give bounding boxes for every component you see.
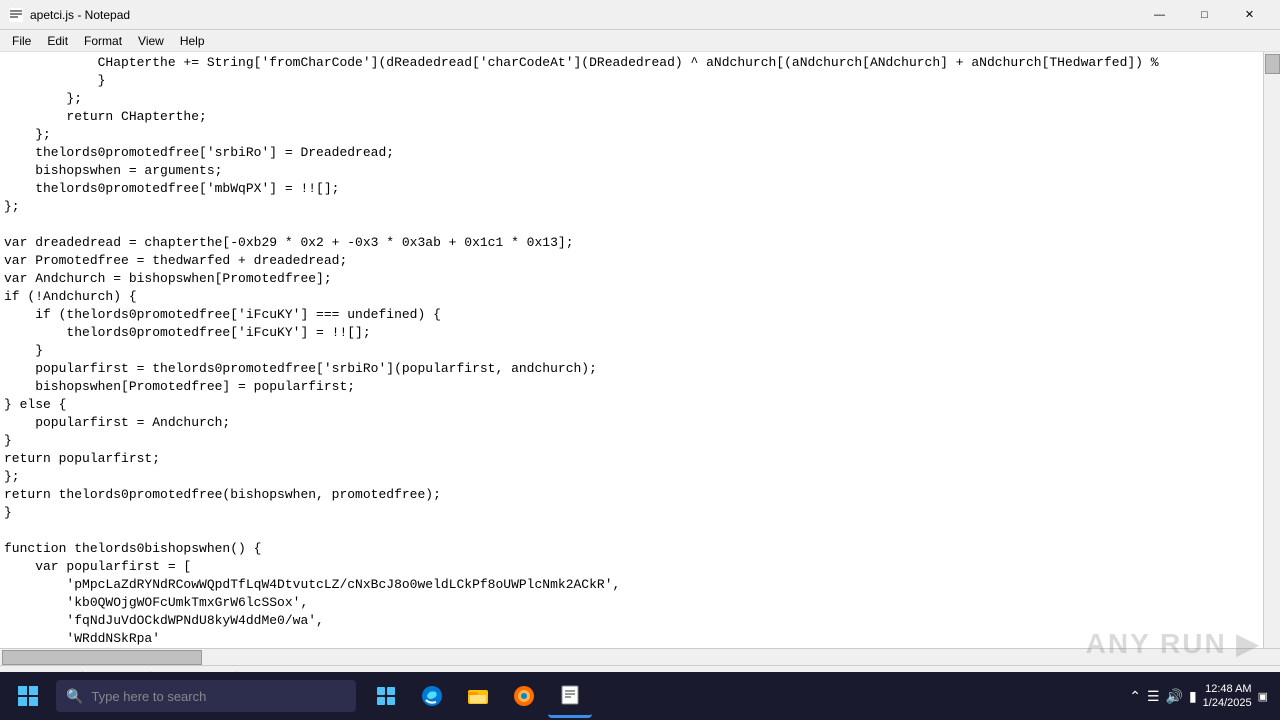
system-tray: ⌃ ☰ 🔊 ▮ 12:48 AM 1/24/2025 ▣ bbox=[1129, 682, 1276, 711]
watermark: ANY RUN ▶ bbox=[1086, 627, 1260, 660]
minimize-button[interactable]: — bbox=[1137, 0, 1182, 30]
network-icon[interactable]: ☰ bbox=[1147, 688, 1160, 705]
maximize-button[interactable]: □ bbox=[1182, 0, 1227, 30]
windows-logo-icon bbox=[18, 686, 38, 706]
menu-edit[interactable]: Edit bbox=[39, 32, 76, 50]
notepad-icon bbox=[559, 684, 581, 706]
taskbar-task-view[interactable] bbox=[364, 674, 408, 718]
title-bar: apetci.js - Notepad — □ ✕ bbox=[0, 0, 1280, 30]
task-view-icon bbox=[376, 686, 396, 706]
window-title: apetci.js - Notepad bbox=[30, 8, 130, 22]
scrollbar-thumb-horizontal[interactable] bbox=[2, 650, 202, 665]
file-explorer-icon bbox=[466, 684, 490, 708]
menu-view[interactable]: View bbox=[130, 32, 172, 50]
code-editor[interactable]: CHapterthe += String['fromCharCode'](dRe… bbox=[0, 52, 1263, 648]
battery-icon[interactable]: ▮ bbox=[1189, 688, 1197, 705]
volume-icon[interactable]: 🔊 bbox=[1166, 688, 1183, 705]
search-placeholder: Type here to search bbox=[91, 689, 206, 704]
chevron-up-icon[interactable]: ⌃ bbox=[1129, 688, 1141, 705]
taskbar-search[interactable]: 🔍 Type here to search bbox=[56, 680, 356, 712]
taskbar-file-explorer[interactable] bbox=[456, 674, 500, 718]
window-controls: — □ ✕ bbox=[1137, 0, 1272, 30]
firefox-icon bbox=[512, 684, 536, 708]
scrollbar-thumb-vertical[interactable] bbox=[1265, 54, 1280, 74]
taskbar-notepad[interactable] bbox=[548, 674, 592, 718]
vertical-scrollbar[interactable] bbox=[1263, 52, 1280, 648]
app-icon bbox=[8, 7, 24, 23]
date-display: 1/24/2025 bbox=[1203, 696, 1252, 710]
menu-format[interactable]: Format bbox=[76, 32, 130, 50]
taskbar-edge[interactable] bbox=[410, 674, 454, 718]
taskbar-apps bbox=[364, 674, 592, 718]
close-button[interactable]: ✕ bbox=[1227, 0, 1272, 30]
menu-file[interactable]: File bbox=[4, 32, 39, 50]
time-display: 12:48 AM bbox=[1203, 682, 1252, 696]
editor-container: CHapterthe += String['fromCharCode'](dRe… bbox=[0, 52, 1280, 648]
search-icon: 🔍 bbox=[66, 688, 83, 705]
sys-icons: ⌃ ☰ 🔊 ▮ bbox=[1129, 688, 1196, 705]
menu-bar: File Edit Format View Help bbox=[0, 30, 1280, 52]
menu-help[interactable]: Help bbox=[172, 32, 213, 50]
taskbar: 🔍 Type here to search bbox=[0, 672, 1280, 720]
taskbar-firefox[interactable] bbox=[502, 674, 546, 718]
start-button[interactable] bbox=[4, 672, 52, 720]
notification-icon[interactable]: ▣ bbox=[1258, 690, 1268, 703]
clock[interactable]: 12:48 AM 1/24/2025 bbox=[1203, 682, 1252, 711]
edge-icon bbox=[420, 684, 444, 708]
